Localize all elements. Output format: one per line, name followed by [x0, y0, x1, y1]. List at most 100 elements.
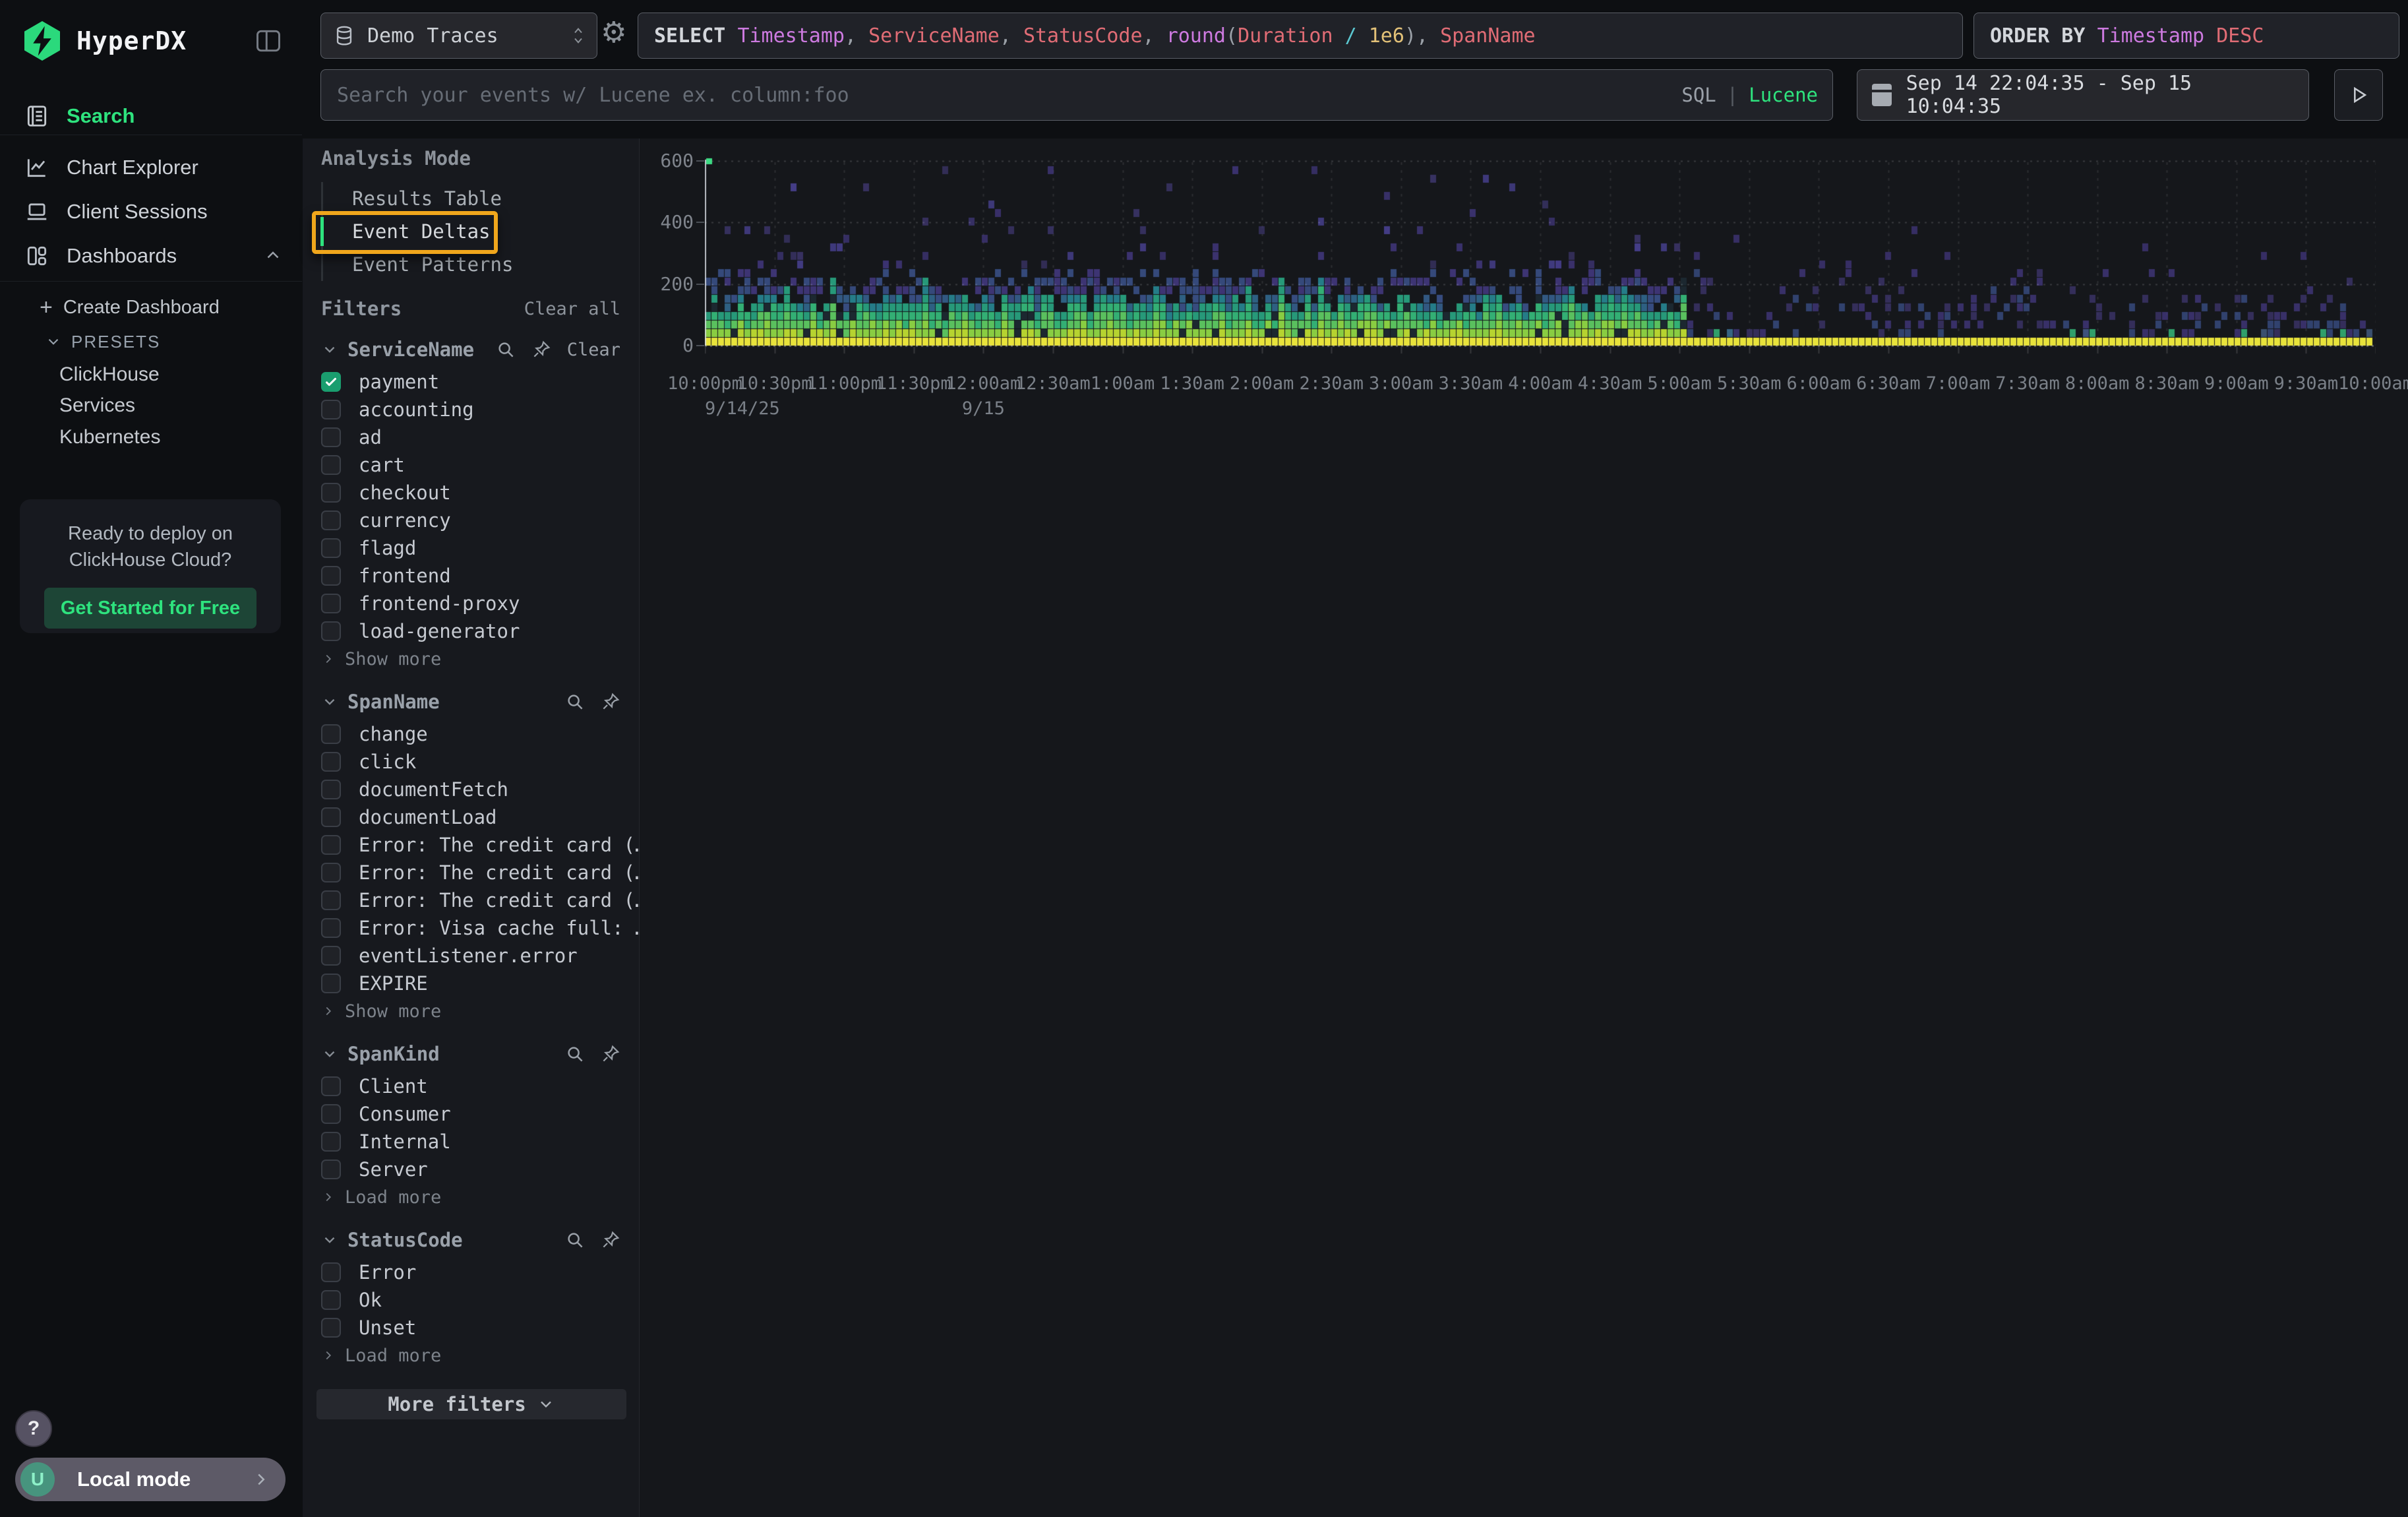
- help-button[interactable]: ?: [15, 1410, 52, 1447]
- checkbox-unchecked[interactable]: [321, 511, 341, 530]
- checkbox-checked[interactable]: [321, 372, 341, 392]
- filter-section-header[interactable]: ServiceNameClear: [321, 335, 620, 364]
- clear-all-button[interactable]: Clear all: [524, 299, 620, 319]
- filter-section-header[interactable]: StatusCode: [321, 1225, 620, 1254]
- checkbox-unchecked[interactable]: [321, 807, 341, 827]
- filter-option-ok[interactable]: Ok: [321, 1286, 620, 1314]
- search-icon[interactable]: [496, 340, 516, 359]
- filter-option-click[interactable]: click: [321, 748, 620, 776]
- filter-option-client[interactable]: Client: [321, 1072, 620, 1100]
- checkbox-unchecked[interactable]: [321, 890, 341, 910]
- checkbox-unchecked[interactable]: [321, 724, 341, 744]
- sql-mode-button[interactable]: SQL: [1681, 84, 1716, 106]
- load-more-button[interactable]: Load more: [321, 1342, 620, 1369]
- filter-option-server[interactable]: Server: [321, 1156, 620, 1183]
- checkbox-unchecked[interactable]: [321, 594, 341, 613]
- more-filters-button[interactable]: More filters: [316, 1389, 626, 1419]
- filter-option-error-the-credit-card[interactable]: Error: The credit card (…: [321, 831, 620, 859]
- filter-option-checkout[interactable]: checkout: [321, 479, 620, 507]
- create-dashboard-button[interactable]: + Create Dashboard: [40, 292, 220, 323]
- search-icon[interactable]: [565, 1230, 585, 1250]
- filter-option-cart[interactable]: cart: [321, 451, 620, 479]
- checkbox-unchecked[interactable]: [321, 1262, 341, 1282]
- checkbox-unchecked[interactable]: [321, 1104, 341, 1124]
- pin-icon[interactable]: [601, 1044, 620, 1064]
- user-menu[interactable]: U Local mode: [15, 1458, 286, 1501]
- filter-option-accounting[interactable]: accounting: [321, 396, 620, 423]
- sidebar-item-client-sessions[interactable]: Client Sessions: [0, 195, 303, 229]
- sidebar-item-services[interactable]: Services: [59, 390, 135, 421]
- filter-option-documentfetch[interactable]: documentFetch: [321, 776, 620, 803]
- filter-option-load-generator[interactable]: load-generator: [321, 617, 620, 645]
- checkbox-unchecked[interactable]: [321, 1290, 341, 1310]
- clear-section-button[interactable]: Clear: [567, 340, 620, 360]
- checkbox-unchecked[interactable]: [321, 946, 341, 966]
- checkbox-unchecked[interactable]: [321, 1132, 341, 1152]
- filter-option-payment[interactable]: payment: [321, 368, 620, 396]
- filter-option-unset[interactable]: Unset: [321, 1314, 620, 1342]
- filter-option-error-visa-cache-full[interactable]: Error: Visa cache full: …: [321, 914, 620, 942]
- filter-option-documentload[interactable]: documentLoad: [321, 803, 620, 831]
- checkbox-unchecked[interactable]: [321, 427, 341, 447]
- checkbox-unchecked[interactable]: [321, 1160, 341, 1179]
- checkbox-unchecked[interactable]: [321, 1076, 341, 1096]
- checkbox-unchecked[interactable]: [321, 752, 341, 772]
- sidebar-item-search[interactable]: Search: [0, 99, 303, 133]
- sidebar-item-kubernetes[interactable]: Kubernetes: [59, 422, 160, 452]
- pin-icon[interactable]: [601, 692, 620, 712]
- order-by-editor[interactable]: ORDER BY Timestamp DESC: [1973, 13, 2399, 59]
- checkbox-unchecked[interactable]: [321, 483, 341, 503]
- filter-option-ad[interactable]: ad: [321, 423, 620, 451]
- presets-toggle[interactable]: PRESETS: [45, 326, 160, 357]
- filter-option-internal[interactable]: Internal: [321, 1128, 620, 1156]
- filter-option-expire[interactable]: EXPIRE: [321, 970, 620, 997]
- sidebar-item-dashboards[interactable]: Dashboards: [0, 239, 303, 273]
- source-settings-gear-icon[interactable]: ⚙: [601, 16, 626, 49]
- duration-heatmap-canvas[interactable]: [705, 154, 2376, 360]
- run-query-button[interactable]: [2334, 69, 2383, 121]
- show-more-button[interactable]: Show more: [321, 645, 620, 673]
- filter-option-eventlistener-error[interactable]: eventListener.error: [321, 942, 620, 970]
- sql-select-editor[interactable]: SELECT Timestamp, ServiceName, StatusCod…: [638, 13, 1963, 59]
- checkbox-unchecked[interactable]: [321, 835, 341, 855]
- checkbox-unchecked[interactable]: [321, 780, 341, 799]
- pin-icon[interactable]: [531, 340, 551, 359]
- sidebar-item-chart-explorer[interactable]: Chart Explorer: [0, 150, 303, 185]
- checkbox-unchecked[interactable]: [321, 455, 341, 475]
- filter-option-change[interactable]: change: [321, 720, 620, 748]
- checkbox-unchecked[interactable]: [321, 918, 341, 938]
- show-more-button[interactable]: Show more: [321, 997, 620, 1025]
- checkbox-unchecked[interactable]: [321, 974, 341, 993]
- filter-option-frontend-proxy[interactable]: frontend-proxy: [321, 590, 620, 617]
- filter-section-header[interactable]: SpanName: [321, 687, 620, 716]
- lucene-mode-button[interactable]: Lucene: [1749, 84, 1818, 106]
- search-input[interactable]: [336, 83, 1671, 108]
- filter-option-error[interactable]: Error: [321, 1258, 620, 1286]
- chevron-up-icon[interactable]: [263, 246, 283, 266]
- filter-option-error-the-credit-card[interactable]: Error: The credit card (…: [321, 859, 620, 886]
- filter-section-header[interactable]: SpanKind: [321, 1039, 620, 1068]
- search-icon[interactable]: [565, 1044, 585, 1064]
- analysis-mode-results-table[interactable]: Results Table: [323, 182, 620, 215]
- filter-option-consumer[interactable]: Consumer: [321, 1100, 620, 1128]
- filter-option-error-the-credit-card[interactable]: Error: The credit card (…: [321, 886, 620, 914]
- filter-option-frontend[interactable]: frontend: [321, 562, 620, 590]
- checkbox-unchecked[interactable]: [321, 1318, 341, 1338]
- sidebar-item-clickhouse[interactable]: ClickHouse: [59, 359, 160, 390]
- app-logo[interactable]: HyperDX: [22, 21, 187, 61]
- checkbox-unchecked[interactable]: [321, 538, 341, 558]
- checkbox-unchecked[interactable]: [321, 621, 341, 641]
- checkbox-unchecked[interactable]: [321, 863, 341, 882]
- analysis-mode-event-patterns[interactable]: Event Patterns: [323, 248, 620, 281]
- search-icon[interactable]: [565, 692, 585, 712]
- get-started-button[interactable]: Get Started for Free: [44, 588, 256, 629]
- sidebar-collapse-icon[interactable]: [254, 26, 283, 55]
- source-select[interactable]: Demo Traces: [320, 13, 597, 59]
- filter-option-currency[interactable]: currency: [321, 507, 620, 534]
- filter-option-flagd[interactable]: flagd: [321, 534, 620, 562]
- checkbox-unchecked[interactable]: [321, 566, 341, 586]
- pin-icon[interactable]: [601, 1230, 620, 1250]
- checkbox-unchecked[interactable]: [321, 400, 341, 419]
- analysis-mode-event-deltas[interactable]: Event Deltas: [323, 215, 620, 248]
- load-more-button[interactable]: Load more: [321, 1183, 620, 1211]
